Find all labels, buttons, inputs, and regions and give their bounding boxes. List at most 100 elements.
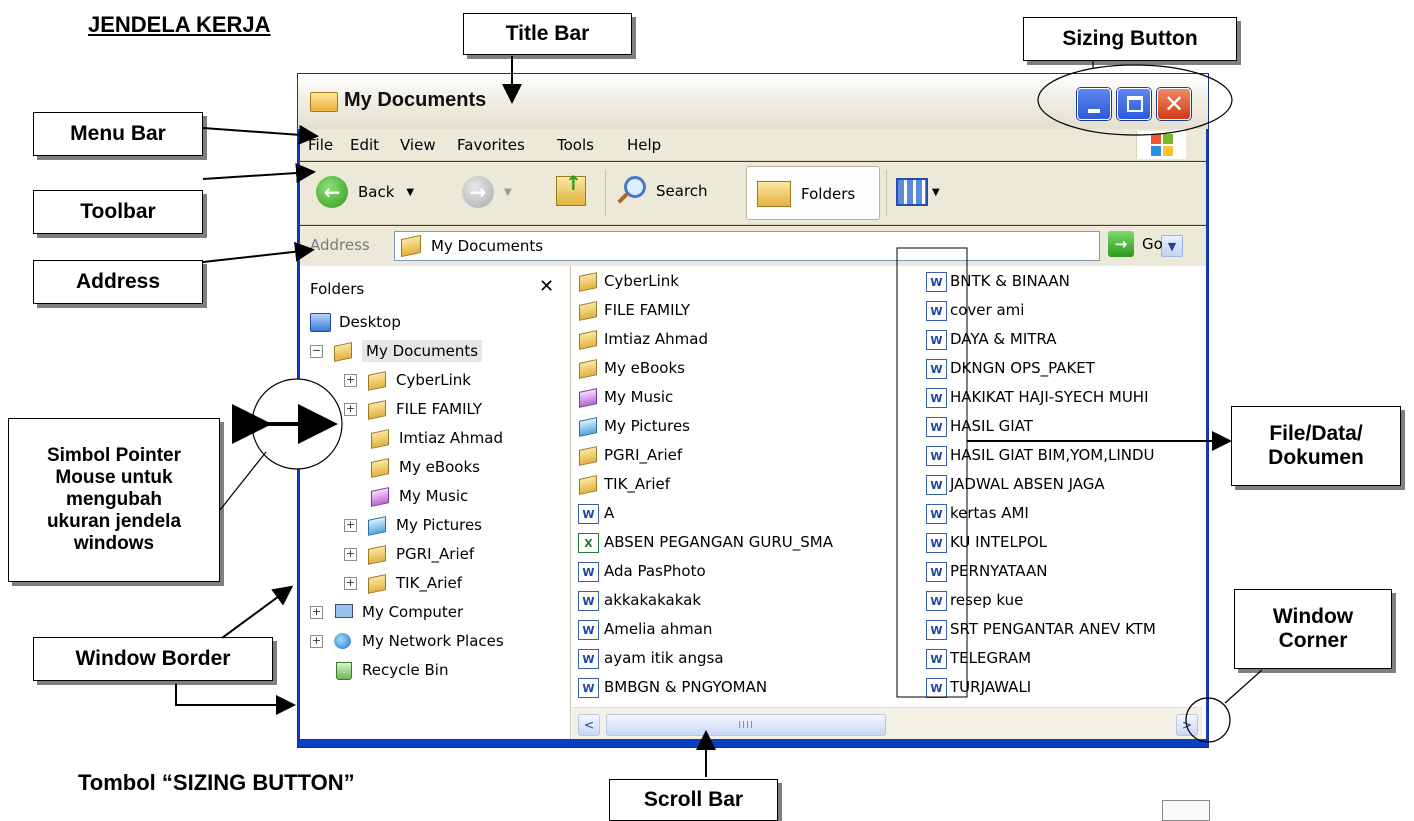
folder-icon: [310, 92, 338, 112]
file-item[interactable]: DAYA & MITRA: [926, 326, 1056, 352]
tree-item[interactable]: My eBooks: [370, 454, 480, 480]
file-item[interactable]: TIK_Arief: [578, 471, 670, 497]
file-item[interactable]: akkakakakak: [578, 587, 701, 613]
file-item[interactable]: Amelia ahman: [578, 616, 712, 642]
tree-item[interactable]: − My Documents: [310, 338, 483, 364]
address-value: My Documents: [431, 237, 544, 255]
expand-icon[interactable]: +: [344, 402, 357, 416]
folders-pane: Folders ✕ Desktop − My Documents + CyberLink…: [300, 266, 571, 739]
file-item[interactable]: PERNYATAAN: [926, 558, 1047, 584]
forward-arrow-icon: →: [462, 176, 494, 208]
go-button[interactable]: → Go: [1108, 231, 1163, 257]
word-document-icon: [926, 446, 947, 466]
folder-icon: [578, 446, 598, 464]
collapse-icon[interactable]: −: [310, 344, 323, 358]
expand-icon[interactable]: +: [344, 373, 357, 387]
file-item[interactable]: DKNGN OPS_PAKET: [926, 355, 1095, 381]
folder-icon: [578, 359, 598, 377]
file-item[interactable]: TURJAWALI: [926, 674, 1031, 700]
close-icon[interactable]: ✕: [539, 276, 554, 297]
word-document-icon: [926, 620, 947, 640]
views-button[interactable]: ▼: [896, 178, 940, 206]
chevron-down-icon[interactable]: ▼: [1161, 235, 1183, 257]
menu-favorites[interactable]: Favorites: [457, 136, 525, 154]
file-item[interactable]: resep kue: [926, 587, 1023, 613]
file-item[interactable]: ayam itik angsa: [578, 645, 724, 671]
horizontal-scrollbar[interactable]: < IIII >: [572, 707, 1202, 739]
chevron-down-icon: ▼: [504, 186, 512, 198]
scroll-right-button[interactable]: >: [1176, 714, 1198, 736]
pictures-folder-icon: [367, 516, 387, 534]
search-button[interactable]: Search: [617, 176, 708, 206]
tree-item[interactable]: + CyberLink: [344, 367, 471, 393]
file-item[interactable]: CyberLink: [578, 268, 679, 294]
file-item[interactable]: cover ami: [926, 297, 1024, 323]
menu-view[interactable]: View: [400, 136, 436, 154]
tree-item[interactable]: Recycle Bin: [310, 657, 448, 683]
file-item[interactable]: TELEGRAM: [926, 645, 1031, 671]
minimize-button[interactable]: [1077, 88, 1111, 120]
file-item[interactable]: ABSEN PEGANGAN GURU_SMA: [578, 529, 833, 555]
menu-file[interactable]: File: [308, 136, 333, 154]
title-bar[interactable]: My Documents ✕: [298, 74, 1208, 129]
tree-item[interactable]: My Music: [370, 483, 468, 509]
back-button[interactable]: ← Back ▼: [316, 176, 414, 208]
file-item[interactable]: Imtiaz Ahmad: [578, 326, 708, 352]
tree-item-label: PGRI_Arief: [396, 545, 475, 563]
folder-icon: [578, 475, 598, 493]
file-item[interactable]: HASIL GIAT BIM,YOM,LINDU: [926, 442, 1155, 468]
maximize-icon: [1127, 96, 1143, 112]
file-item[interactable]: KU INTELPOL: [926, 529, 1047, 555]
pointer-label-line: windows: [73, 532, 155, 554]
tree-item[interactable]: + My Pictures: [344, 512, 482, 538]
tree-item[interactable]: Desktop: [310, 309, 401, 335]
menu-tools[interactable]: Tools: [557, 136, 594, 154]
scroll-thumb[interactable]: IIII: [606, 714, 886, 736]
folders-button[interactable]: Folders: [746, 166, 880, 220]
sizing-button-caption: Tombol “SIZING BUTTON”: [78, 770, 355, 795]
toolbar-arrow: [202, 163, 316, 184]
file-name: FILE FAMILY: [604, 301, 691, 319]
file-item[interactable]: My Pictures: [578, 413, 690, 439]
file-item[interactable]: Ada PasPhoto: [578, 558, 706, 584]
forward-button[interactable]: → ▼: [462, 176, 512, 208]
tree-item[interactable]: + My Computer: [310, 599, 463, 625]
tree-item[interactable]: + FILE FAMILY: [344, 396, 482, 422]
close-button[interactable]: ✕: [1157, 88, 1191, 120]
word-document-icon: [926, 388, 947, 408]
tree-item[interactable]: + TIK_Arief: [344, 570, 462, 596]
pointer-label-line: Mouse untuk: [55, 467, 173, 489]
file-item[interactable]: BMBGN & PNGYOMAN: [578, 674, 767, 700]
file-item[interactable]: PGRI_Arief: [578, 442, 682, 468]
tree-item[interactable]: + PGRI_Arief: [344, 541, 474, 567]
expand-icon[interactable]: +: [344, 518, 357, 532]
file-item[interactable]: HAKIKAT HAJI-SYECH MUHI: [926, 384, 1149, 410]
file-item[interactable]: FILE FAMILY: [578, 297, 690, 323]
address-field[interactable]: My Documents ▼: [394, 231, 1183, 261]
file-item[interactable]: BNTK & BINAAN: [926, 268, 1070, 294]
content-area: Folders ✕ Desktop − My Documents + CyberLink…: [300, 266, 1206, 739]
my-documents-icon: [333, 342, 353, 360]
desktop-icon: [310, 313, 331, 332]
word-document-icon: [926, 504, 947, 524]
file-item[interactable]: My eBooks: [578, 355, 685, 381]
menu-edit[interactable]: Edit: [350, 136, 379, 154]
expand-icon[interactable]: +: [310, 605, 323, 619]
maximize-button[interactable]: [1117, 88, 1151, 120]
menu-help[interactable]: Help: [627, 136, 661, 154]
file-item[interactable]: My Music: [578, 384, 673, 410]
tree-item[interactable]: Imtiaz Ahmad: [370, 425, 503, 451]
expand-icon[interactable]: +: [310, 634, 323, 648]
scroll-left-button[interactable]: <: [578, 714, 600, 736]
file-name: BNTK & BINAAN: [950, 272, 1070, 290]
file-item[interactable]: JADWAL ABSEN JAGA: [926, 471, 1105, 497]
up-folder-button[interactable]: ↑: [556, 171, 586, 206]
file-item[interactable]: A: [578, 500, 614, 526]
tree-item[interactable]: + My Network Places: [310, 628, 504, 654]
expand-icon[interactable]: +: [344, 576, 357, 590]
file-item[interactable]: HASIL GIAT: [926, 413, 1033, 439]
file-name: akkakakakak: [604, 591, 702, 609]
file-item[interactable]: kertas AMI: [926, 500, 1029, 526]
expand-icon[interactable]: +: [344, 547, 357, 561]
file-item[interactable]: SRT PENGANTAR ANEV KTM: [926, 616, 1156, 642]
